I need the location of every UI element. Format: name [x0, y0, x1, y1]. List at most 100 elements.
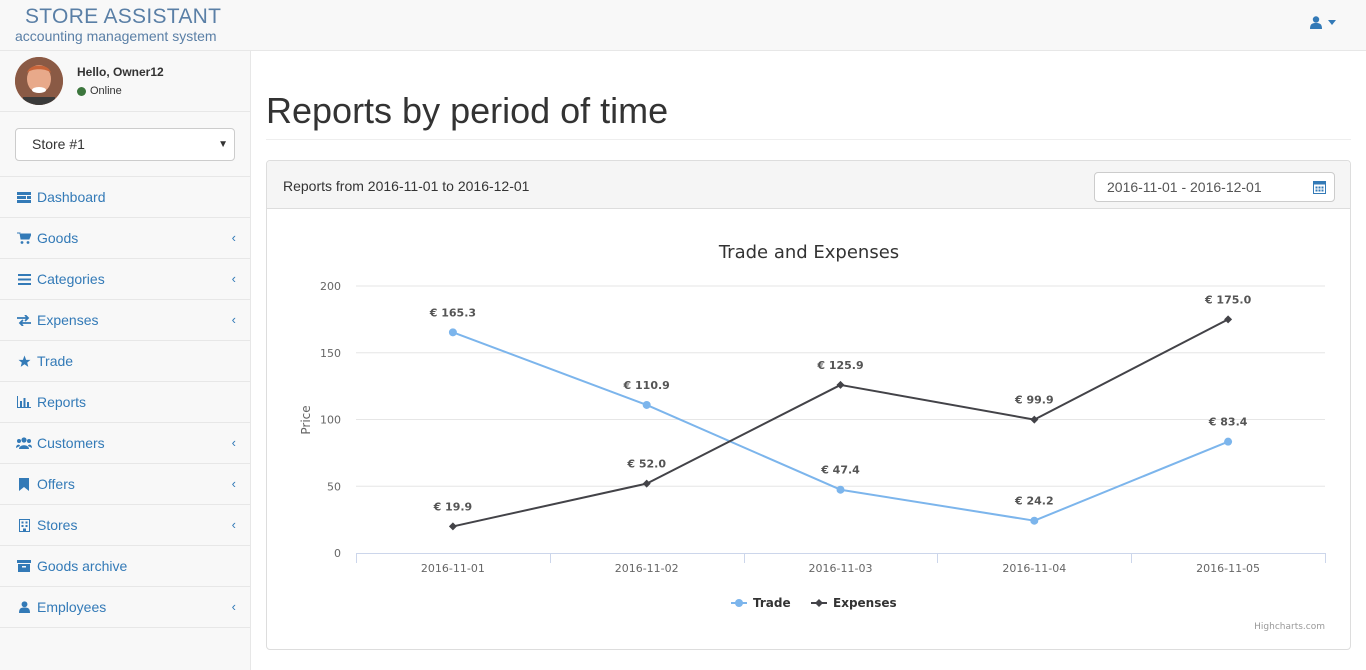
- data-point: [642, 400, 651, 409]
- sidebar-item-label: Expenses: [37, 312, 99, 328]
- brand-title: STORE ASSISTANT: [25, 5, 222, 28]
- store-select-wrapper: Store #1 ▼: [0, 112, 250, 177]
- x-tick-label: 2016-11-01: [421, 562, 485, 575]
- sidebar-item-categories[interactable]: Categories ‹: [0, 259, 250, 300]
- sidebar-item-dashboard[interactable]: Dashboard: [0, 177, 250, 218]
- sidebar-item-label: Customers: [37, 435, 105, 451]
- store-select-value: Store #1: [32, 136, 85, 152]
- x-tick-label: 2016-11-04: [1002, 562, 1066, 575]
- store-select[interactable]: Store #1 ▼: [15, 128, 235, 161]
- data-point: [448, 328, 457, 337]
- sidebar-item-stores[interactable]: Stores ‹: [0, 505, 250, 546]
- sidebar-item-label: Trade: [37, 353, 74, 369]
- list-icon: [16, 272, 32, 286]
- data-label: € 125.9: [816, 359, 863, 372]
- legend-marker: [815, 599, 823, 607]
- chart-legend: Trade Expenses: [731, 596, 897, 610]
- data-point: [448, 522, 457, 531]
- legend-item-expenses[interactable]: Expenses: [811, 596, 897, 610]
- main-content: Reports by period of time Reports from 2…: [266, 51, 1351, 650]
- data-label: € 99.9: [1014, 394, 1054, 407]
- sidebar-item-label: Offers: [37, 476, 75, 492]
- page-title: Reports by period of time: [266, 90, 669, 131]
- y-tick-label: 100: [320, 414, 341, 427]
- chart-title: Trade and Expenses: [718, 242, 899, 263]
- data-point: [1224, 437, 1233, 446]
- data-point: [1030, 516, 1039, 525]
- legend-label: Expenses: [833, 596, 897, 610]
- data-label: € 24.2: [1014, 495, 1054, 508]
- data-point: [836, 380, 845, 389]
- y-axis-title: Price: [299, 405, 313, 434]
- chevron-left-icon: ‹: [231, 435, 236, 450]
- y-tick-label: 200: [320, 280, 341, 293]
- y-tick-label: 0: [334, 547, 341, 560]
- x-axis: 2016-11-01 2016-11-02 2016-11-03 2016-11-04…: [356, 553, 1326, 575]
- date-range-picker[interactable]: 2016-11-01 - 2016-12-01: [1094, 172, 1335, 202]
- top-navbar: STORE ASSISTANT accounting management sy…: [0, 0, 1366, 51]
- legend-item-trade[interactable]: Trade: [731, 596, 791, 610]
- status-label: Online: [90, 85, 122, 97]
- data-point: [1224, 315, 1233, 324]
- calendar-icon: [1313, 181, 1326, 194]
- data-point: [836, 485, 845, 494]
- date-range-value: 2016-11-01 - 2016-12-01: [1107, 179, 1262, 195]
- series-line-expenses: [452, 318, 1229, 528]
- user-profile: Hello, Owner12 Online: [0, 51, 250, 112]
- sidebar-item-customers[interactable]: Customers ‹: [0, 423, 250, 464]
- status-dot-icon: [77, 86, 86, 96]
- transfer-icon: [16, 313, 32, 327]
- legend-marker: [735, 599, 743, 607]
- data-label: € 165.3: [429, 306, 476, 319]
- y-tick-label: 50: [327, 480, 341, 493]
- panel-header: Reports from 2016-11-01 to 2016-12-01 20…: [267, 161, 1350, 209]
- x-tick-label: 2016-11-03: [809, 562, 873, 575]
- panel-title: Reports from 2016-11-01 to 2016-12-01: [283, 178, 530, 194]
- dashboard-icon: [16, 190, 32, 204]
- brand-subtitle: accounting management system: [15, 28, 217, 44]
- user-menu-dropdown[interactable]: [1310, 16, 1336, 29]
- data-label: € 52.0: [626, 458, 666, 471]
- users-icon: [16, 436, 32, 450]
- sidebar-item-goods-archive[interactable]: Goods archive: [0, 546, 250, 587]
- select-caret-icon: ▼: [218, 139, 228, 150]
- sidebar-item-label: Goods: [37, 230, 79, 246]
- caret-down-icon: [1328, 20, 1336, 25]
- greeting-text: Hello, Owner12: [77, 65, 164, 79]
- user-icon: [16, 600, 32, 614]
- x-tick-label: 2016-11-05: [1196, 562, 1260, 575]
- user-icon: [1310, 16, 1322, 29]
- y-axis-ticks: 0 50 100 150 200: [320, 280, 341, 560]
- sidebar-item-expenses[interactable]: Expenses ‹: [0, 300, 250, 341]
- sidebar: Hello, Owner12 Online Store #1 ▼ Dashboa…: [0, 51, 251, 670]
- sidebar-item-goods[interactable]: Goods ‹: [0, 218, 250, 259]
- data-label: € 83.4: [1208, 416, 1248, 429]
- data-label: € 175.0: [1204, 293, 1252, 306]
- bookmark-icon: [16, 477, 32, 491]
- brand-logo[interactable]: STORE ASSISTANT accounting management sy…: [15, 5, 221, 43]
- chevron-left-icon: ‹: [231, 599, 236, 614]
- x-tick-label: 2016-11-02: [615, 562, 679, 575]
- y-tick-label: 150: [320, 347, 341, 360]
- sidebar-item-employees[interactable]: Employees ‹: [0, 587, 250, 628]
- sidebar-item-reports[interactable]: Reports: [0, 382, 250, 423]
- chevron-left-icon: ‹: [231, 271, 236, 286]
- sidebar-item-trade[interactable]: Trade: [0, 341, 250, 382]
- trade-expenses-chart: Trade and Expenses 0 50 100 150 200 Price 20…: [299, 242, 1326, 632]
- sidebar-item-label: Dashboard: [37, 189, 106, 205]
- data-labels: € 165.3 € 110.9 € 47.4 € 24.2 € 83.4 € 19.9 € …: [429, 293, 1252, 513]
- chevron-left-icon: ‹: [231, 230, 236, 245]
- archive-icon: [16, 559, 32, 573]
- legend-label: Trade: [753, 596, 791, 610]
- title-divider: [266, 139, 1351, 140]
- data-label: € 19.9: [433, 500, 473, 513]
- sidebar-item-offers[interactable]: Offers ‹: [0, 464, 250, 505]
- chevron-left-icon: ‹: [231, 312, 236, 327]
- chart-series: [448, 315, 1233, 531]
- data-label: € 110.9: [623, 379, 670, 392]
- sidebar-item-label: Reports: [37, 394, 87, 410]
- online-status: Online: [77, 85, 122, 97]
- bar-chart-icon: [16, 395, 32, 409]
- building-icon: [16, 518, 32, 532]
- chart-credits[interactable]: Highcharts.com: [1254, 622, 1325, 632]
